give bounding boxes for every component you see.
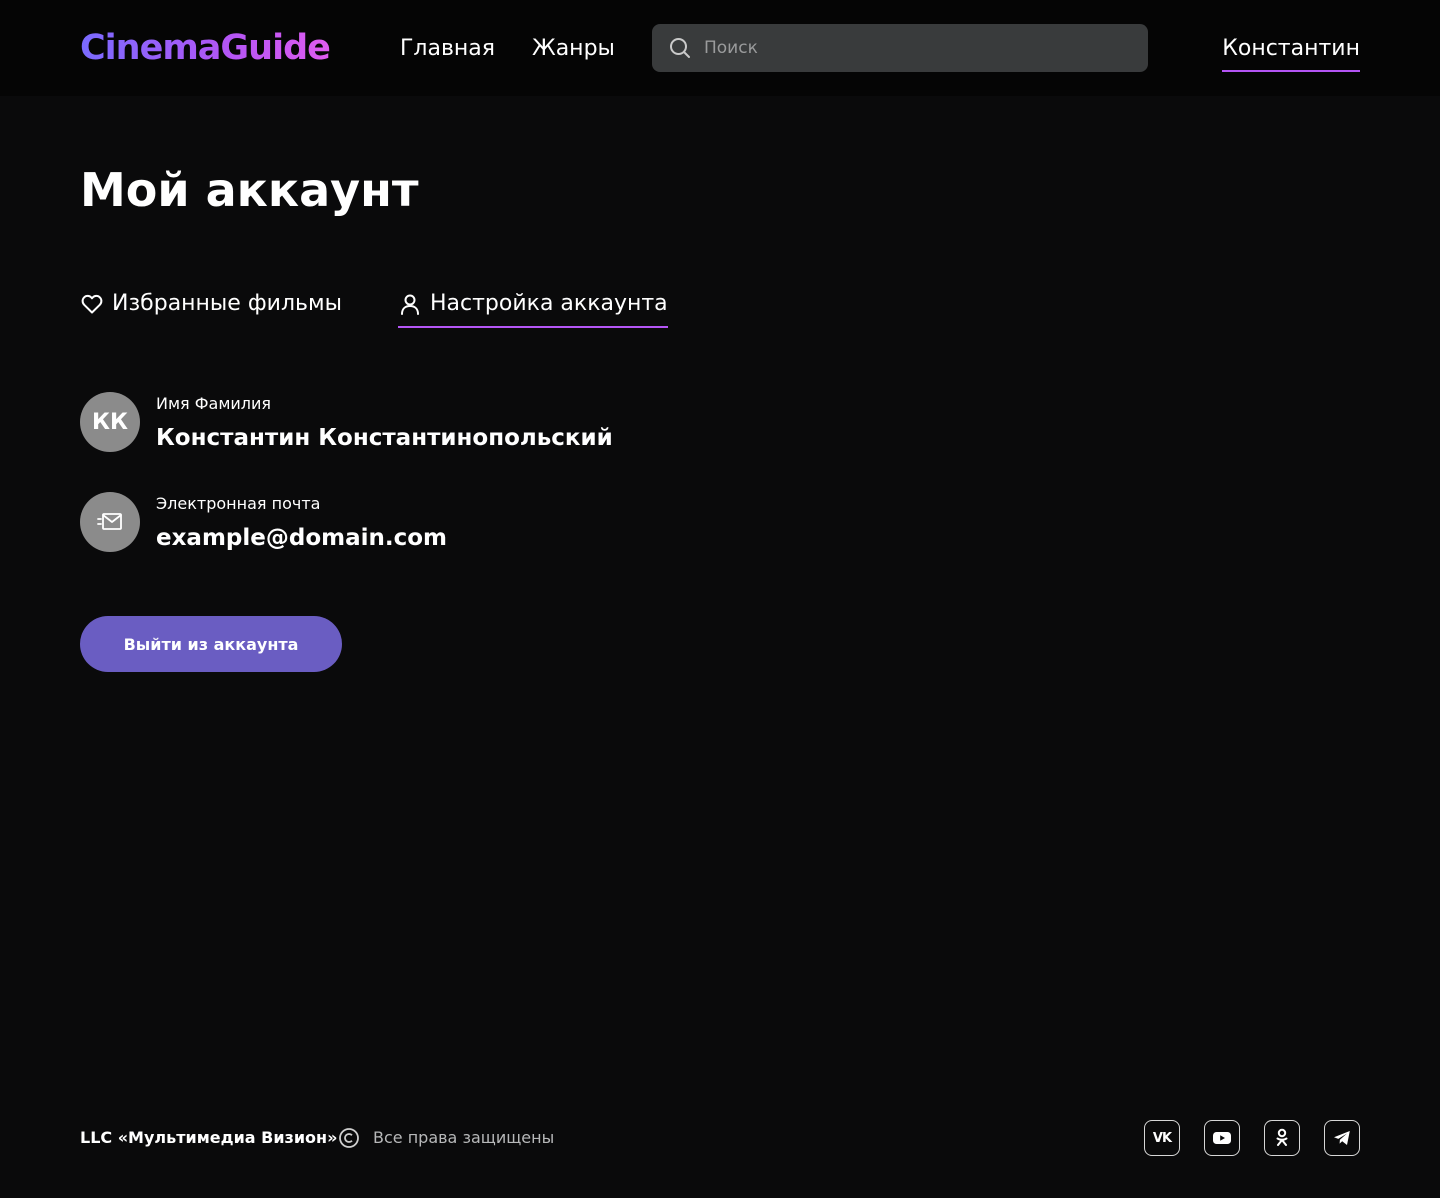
account-page: CinemaGuide Главная Жанры Константин Мой… (0, 0, 1440, 1198)
youtube-link[interactable] (1204, 1120, 1240, 1156)
name-value: Константин Константинопольский (156, 425, 613, 451)
tab-account-settings-label: Настройка аккаунта (430, 291, 668, 316)
odnoklassniki-icon (1276, 1128, 1288, 1146)
email-avatar (80, 492, 140, 552)
avatar: КК (80, 392, 140, 452)
footer-rights: Все права защищены (373, 1128, 555, 1147)
search-input[interactable] (704, 24, 1134, 72)
search-icon (670, 38, 690, 58)
logout-button[interactable]: Выйти из аккаунта (80, 616, 342, 672)
name-label: Имя Фамилия (156, 394, 272, 413)
avatar-initials: КК (92, 409, 128, 435)
search-bar[interactable] (652, 24, 1148, 72)
page-title: Мой аккаунт (80, 163, 419, 217)
logo[interactable]: CinemaGuide (80, 24, 331, 72)
nav-genres-link[interactable]: Жанры (532, 34, 615, 64)
mail-icon (97, 513, 122, 530)
tab-favorites[interactable]: Избранные фильмы (80, 288, 342, 328)
email-value: example@domain.com (156, 525, 448, 551)
header: CinemaGuide Главная Жанры Константин (0, 0, 1440, 96)
nav-home-link[interactable]: Главная (400, 34, 495, 64)
youtube-icon (1213, 1132, 1231, 1144)
heart-icon (81, 294, 103, 314)
tab-account-settings[interactable]: Настройка аккаунта (398, 288, 668, 328)
footer-company: LLC «Мультимедиа Визион» (80, 1128, 338, 1147)
telegram-link[interactable] (1324, 1120, 1360, 1156)
vk-icon: VK (1152, 1130, 1172, 1146)
email-label: Электронная почта (156, 494, 321, 513)
tab-favorites-label: Избранные фильмы (112, 291, 342, 316)
odnoklassniki-link[interactable] (1264, 1120, 1300, 1156)
vk-link[interactable]: VK (1144, 1120, 1180, 1156)
user-profile-link[interactable]: Константин (1222, 34, 1360, 72)
telegram-icon (1334, 1131, 1350, 1145)
copyright-icon (339, 1128, 359, 1148)
user-icon (401, 294, 419, 315)
